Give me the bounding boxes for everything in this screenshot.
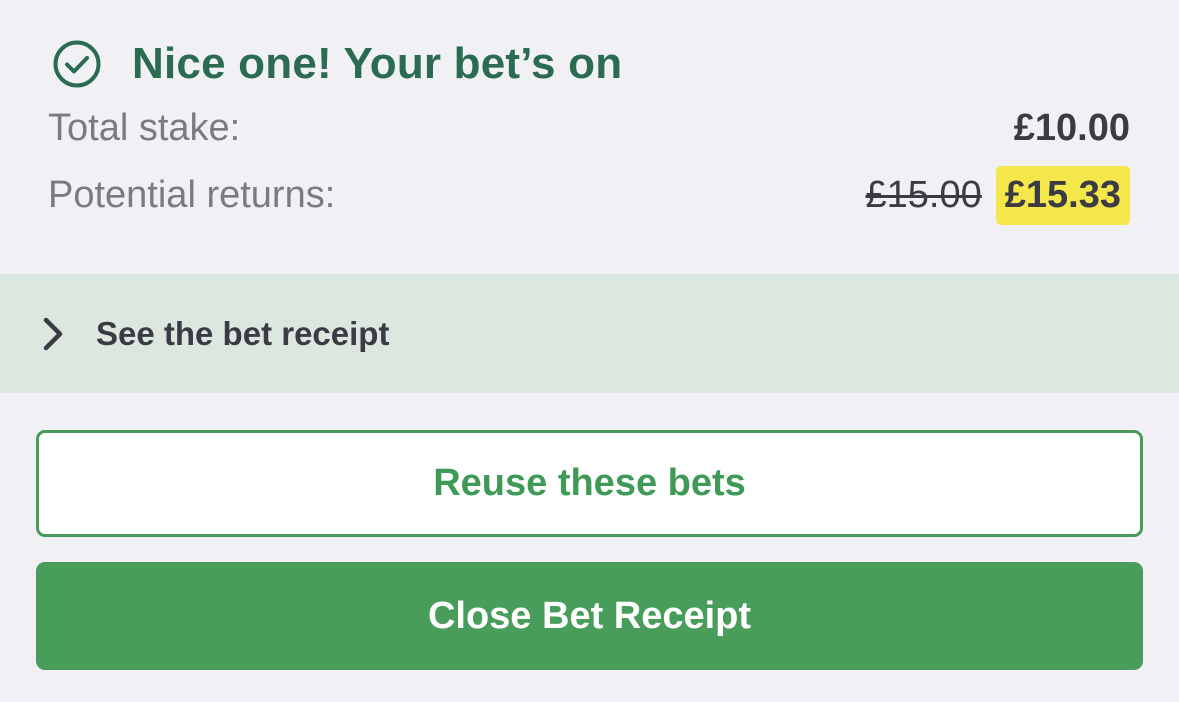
total-stake-row: Total stake: £10.00 (48, 100, 1130, 156)
total-stake-value: £10.00 (1013, 106, 1130, 149)
boosted-returns-value: £15.33 (995, 165, 1130, 225)
potential-returns-values: £15.00 £15.33 (865, 165, 1130, 225)
reuse-bets-button[interactable]: Reuse these bets (36, 430, 1143, 537)
confirmation-heading: Nice one! Your bet’s on (52, 36, 622, 92)
total-stake-label: Total stake: (48, 106, 241, 149)
bet-confirmation-panel: Nice one! Your bet’s on Total stake: £10… (0, 0, 1179, 702)
potential-returns-row: Potential returns: £15.00 £15.33 (48, 165, 1130, 225)
see-bet-receipt-label: See the bet receipt (96, 315, 390, 352)
check-circle-icon (52, 39, 102, 89)
see-bet-receipt-toggle[interactable]: See the bet receipt (0, 274, 1179, 393)
page-title: Nice one! Your bet’s on (132, 39, 623, 88)
potential-returns-label: Potential returns: (48, 173, 336, 216)
close-bet-receipt-button[interactable]: Close Bet Receipt (36, 562, 1143, 670)
chevron-right-icon (40, 316, 68, 352)
bet-summary: Nice one! Your bet’s on Total stake: £10… (0, 0, 1179, 274)
previous-returns-value: £15.00 (865, 173, 982, 216)
